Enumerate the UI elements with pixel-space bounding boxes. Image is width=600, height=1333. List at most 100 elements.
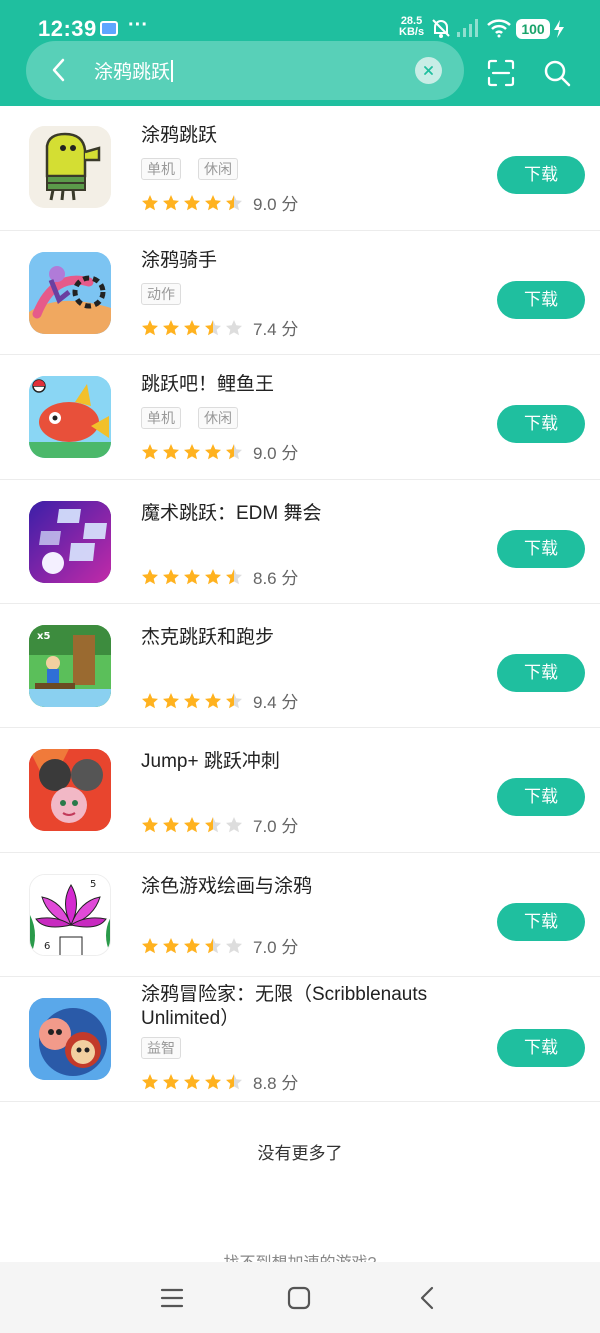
star-full-icon	[184, 568, 200, 584]
star-half-icon	[226, 1073, 242, 1089]
jump-plus-icon	[29, 749, 111, 831]
star-rating	[141, 443, 243, 461]
app-name: 涂鸦跳跃	[141, 125, 218, 146]
star-full-icon	[205, 568, 221, 584]
star-full-icon	[163, 443, 179, 459]
back-icon[interactable]	[416, 1286, 440, 1310]
app-icon-magikarp-jump	[29, 376, 111, 458]
star-full-icon	[142, 319, 158, 335]
star-half-icon	[205, 816, 221, 832]
wifi-icon	[487, 19, 511, 38]
result-item-magic-jump[interactable]: 魔术跳跃：EDM 舞会 8.6 分 下载	[0, 480, 600, 604]
rating: 7.0 分	[141, 812, 298, 837]
star-half-icon	[226, 692, 242, 708]
tag: 单机	[141, 407, 181, 429]
star-full-icon	[163, 194, 179, 210]
back-icon[interactable]	[44, 55, 74, 85]
star-full-icon	[163, 1073, 179, 1089]
score: 9.4 分	[253, 693, 299, 712]
status-bar: 12:39 ··· 28.5 KB/s 100	[0, 0, 600, 44]
star-rating	[141, 816, 243, 834]
search-input[interactable]: 涂鸦跳跃	[94, 57, 174, 84]
app-name: 涂鸦冒险家：无限（Scribblenauts Unlimited）	[141, 984, 428, 1029]
charging-icon	[554, 20, 564, 38]
coloring-game-icon: 6 5	[30, 875, 110, 955]
tag: 休闲	[198, 407, 238, 429]
star-empty-icon	[226, 937, 242, 953]
star-full-icon	[142, 1073, 158, 1089]
mail-icon	[100, 21, 118, 36]
score: 9.0 分	[253, 444, 299, 463]
app-name: 杰克跳跃和跑步	[141, 627, 275, 648]
rating: 9.0 分	[141, 439, 298, 464]
home-icon[interactable]	[287, 1286, 311, 1310]
app-icon-doodle-jump	[29, 126, 111, 208]
result-item-coloring-game[interactable]: 6 5 涂色游戏绘画与涂鸦 7.0 分 下载	[0, 853, 600, 977]
score: 7.0 分	[253, 817, 299, 836]
star-half-icon	[226, 443, 242, 459]
download-button[interactable]: 下载	[497, 778, 585, 816]
star-full-icon	[205, 194, 221, 210]
app-icon-jack-jump: x5	[29, 625, 111, 707]
star-full-icon	[184, 937, 200, 953]
result-item-doodle-rider[interactable]: 涂鸦骑手 动作 7.4 分 下载	[0, 231, 600, 355]
star-full-icon	[163, 568, 179, 584]
clear-icon[interactable]	[415, 57, 442, 84]
tag: 休闲	[198, 158, 238, 180]
app-name: 魔术跳跃：EDM 舞会	[141, 503, 322, 524]
app-header: 12:39 ··· 28.5 KB/s 100 涂鸦跳跃	[0, 0, 600, 106]
star-full-icon	[184, 1073, 200, 1089]
star-rating	[141, 937, 243, 955]
scribblenauts-icon	[29, 998, 111, 1080]
app-icon-scribblenauts	[29, 998, 111, 1080]
download-button[interactable]: 下载	[497, 281, 585, 319]
result-item-jump-plus[interactable]: Jump+ 跳跃冲刺 7.0 分 下载	[0, 728, 600, 853]
score: 8.8 分	[253, 1074, 299, 1093]
star-rating	[141, 692, 243, 710]
rating: 7.0 分	[141, 933, 298, 958]
download-button[interactable]: 下载	[497, 156, 585, 194]
result-item-magikarp-jump[interactable]: 跳跃吧！鲤鱼王 单机 休闲 9.0 分 下载	[0, 355, 600, 480]
star-full-icon	[184, 194, 200, 210]
battery-icon: 100	[516, 19, 550, 39]
star-full-icon	[142, 443, 158, 459]
star-half-icon	[226, 568, 242, 584]
search-bar[interactable]: 涂鸦跳跃	[26, 41, 464, 100]
tag-list: 单机 休闲	[141, 158, 238, 180]
jack-jump-icon: x5	[29, 625, 111, 707]
score: 8.6 分	[253, 569, 299, 588]
app-icon-doodle-rider	[29, 252, 111, 334]
app-icon-coloring-game: 6 5	[29, 874, 111, 956]
mute-icon	[432, 19, 450, 38]
result-item-jack-jump[interactable]: x5 杰克跳跃和跑步 9.4 分 下载	[0, 604, 600, 728]
download-button[interactable]: 下载	[497, 530, 585, 568]
download-button[interactable]: 下载	[497, 903, 585, 941]
star-half-icon	[205, 937, 221, 953]
menu-icon[interactable]	[160, 1286, 184, 1310]
star-rating	[141, 568, 243, 586]
svg-text:x5: x5	[37, 631, 50, 642]
download-button[interactable]: 下载	[497, 654, 585, 692]
doodle-jump-icon	[29, 126, 111, 208]
search-icon[interactable]	[542, 58, 572, 88]
scan-icon[interactable]	[486, 58, 516, 88]
star-half-icon	[205, 319, 221, 335]
magikarp-jump-icon	[29, 376, 111, 458]
star-full-icon	[184, 816, 200, 832]
star-full-icon	[205, 1073, 221, 1089]
star-full-icon	[163, 937, 179, 953]
star-full-icon	[142, 568, 158, 584]
app-name: 涂鸦骑手	[141, 250, 218, 271]
star-full-icon	[142, 816, 158, 832]
rating: 9.4 分	[141, 688, 298, 713]
tag: 单机	[141, 158, 181, 180]
star-full-icon	[142, 937, 158, 953]
download-button[interactable]: 下载	[497, 1029, 585, 1067]
result-item-doodle-jump[interactable]: 涂鸦跳跃 单机 休闲 9.0 分 下载	[0, 106, 600, 231]
download-button[interactable]: 下载	[497, 405, 585, 443]
doodle-rider-icon	[29, 252, 111, 334]
network-speed-unit: KB/s	[399, 26, 425, 38]
tag-list: 单机 休闲	[141, 407, 238, 429]
result-item-scribblenauts[interactable]: 涂鸦冒险家：无限（Scribblenauts Unlimited） 益智 8.8…	[0, 977, 600, 1102]
text-caret	[171, 60, 174, 82]
